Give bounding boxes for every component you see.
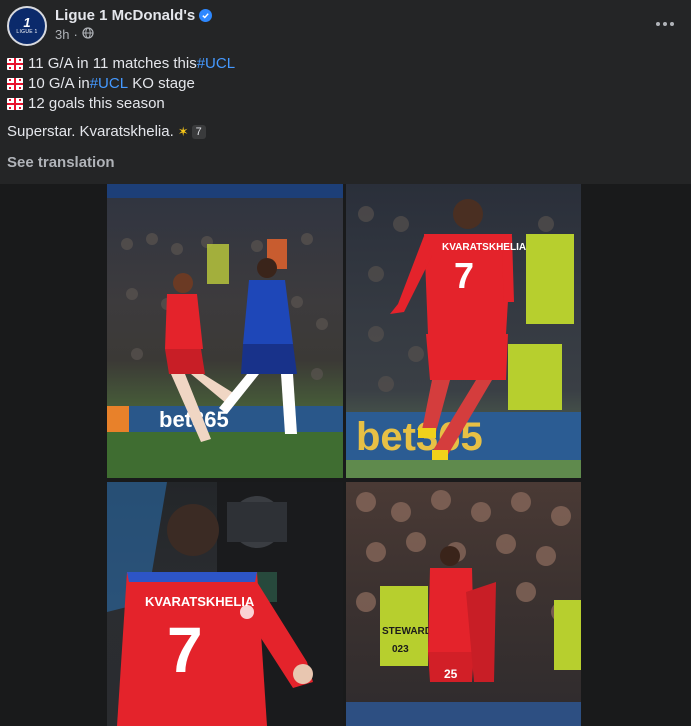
photo-shirt-closeup[interactable]: KVARATSKHELIA 7 bbox=[107, 482, 343, 726]
count-badge: 7 bbox=[191, 125, 206, 139]
post-text: 11 G/A in 11 matches this #UCL 10 G/A in… bbox=[7, 54, 235, 142]
separator-dot: · bbox=[73, 27, 78, 42]
post-time[interactable]: 3h bbox=[55, 27, 69, 42]
verified-badge-icon bbox=[199, 9, 213, 22]
photo-grid: bet365 bet365 bbox=[0, 184, 691, 726]
photo-crowd-celebration[interactable]: STEWARD 023 25 bbox=[346, 482, 581, 726]
stat-line-1: 11 G/A in 11 matches this #UCL bbox=[7, 54, 235, 74]
photo-celebration-back[interactable]: bet365 KVARATSKHELIA 7 bbox=[346, 184, 581, 478]
avatar-number: 1 bbox=[23, 15, 31, 30]
page-name-text[interactable]: Ligue 1 McDonald's bbox=[55, 7, 195, 24]
post-meta: 3h · bbox=[55, 27, 94, 42]
stat-text: 10 G/A in bbox=[28, 75, 90, 92]
georgia-flag-icon bbox=[7, 98, 23, 110]
steward-number: 023 bbox=[392, 644, 409, 655]
stat-text-after: KO stage bbox=[128, 75, 195, 92]
georgia-flag-icon bbox=[7, 78, 23, 90]
closing-line: Superstar. Kvaratskhelia. ✶ 7 bbox=[7, 122, 235, 142]
shirt-number: 7 bbox=[167, 614, 203, 686]
hashtag-link[interactable]: #UCL bbox=[197, 54, 235, 74]
photo-shot-attempt-art: bet365 bbox=[107, 184, 343, 478]
post-header: 1 LIGUE 1 Ligue 1 McDonald's 3h · bbox=[0, 0, 691, 52]
player-number: 25 bbox=[444, 667, 458, 681]
stat-line-3: 12 goals this season bbox=[7, 94, 235, 114]
shirt-name: KVARATSKHELIA bbox=[442, 242, 526, 253]
stat-text: 12 goals this season bbox=[28, 95, 165, 112]
page-avatar[interactable]: 1 LIGUE 1 bbox=[7, 6, 47, 46]
closing-text: Superstar. Kvaratskhelia. bbox=[7, 123, 174, 140]
stat-text: 11 G/A in 11 matches this bbox=[28, 55, 197, 72]
stat-line-2: 10 G/A in #UCL KO stage bbox=[7, 74, 235, 94]
more-options-icon[interactable] bbox=[653, 12, 677, 36]
photo-celebration-back-art: bet365 KVARATSKHELIA 7 bbox=[346, 199, 581, 478]
page-name[interactable]: Ligue 1 McDonald's bbox=[55, 7, 213, 24]
dizzy-icon: ✶ bbox=[177, 124, 189, 139]
photo-shot-attempt[interactable]: bet365 bbox=[107, 184, 343, 478]
hashtag-link[interactable]: #UCL bbox=[90, 74, 128, 94]
photo-shirt-closeup-art: KVARATSKHELIA 7 bbox=[107, 482, 343, 726]
globe-icon bbox=[82, 27, 94, 42]
see-translation-link[interactable]: See translation bbox=[7, 154, 115, 171]
steward-text: STEWARD bbox=[382, 626, 432, 637]
georgia-flag-icon bbox=[7, 58, 23, 70]
photo-crowd-celebration-art: STEWARD 023 25 bbox=[346, 490, 581, 726]
shirt-name: KVARATSKHELIA bbox=[145, 594, 255, 609]
shirt-number: 7 bbox=[454, 255, 474, 296]
avatar-label: LIGUE 1 bbox=[16, 29, 38, 35]
